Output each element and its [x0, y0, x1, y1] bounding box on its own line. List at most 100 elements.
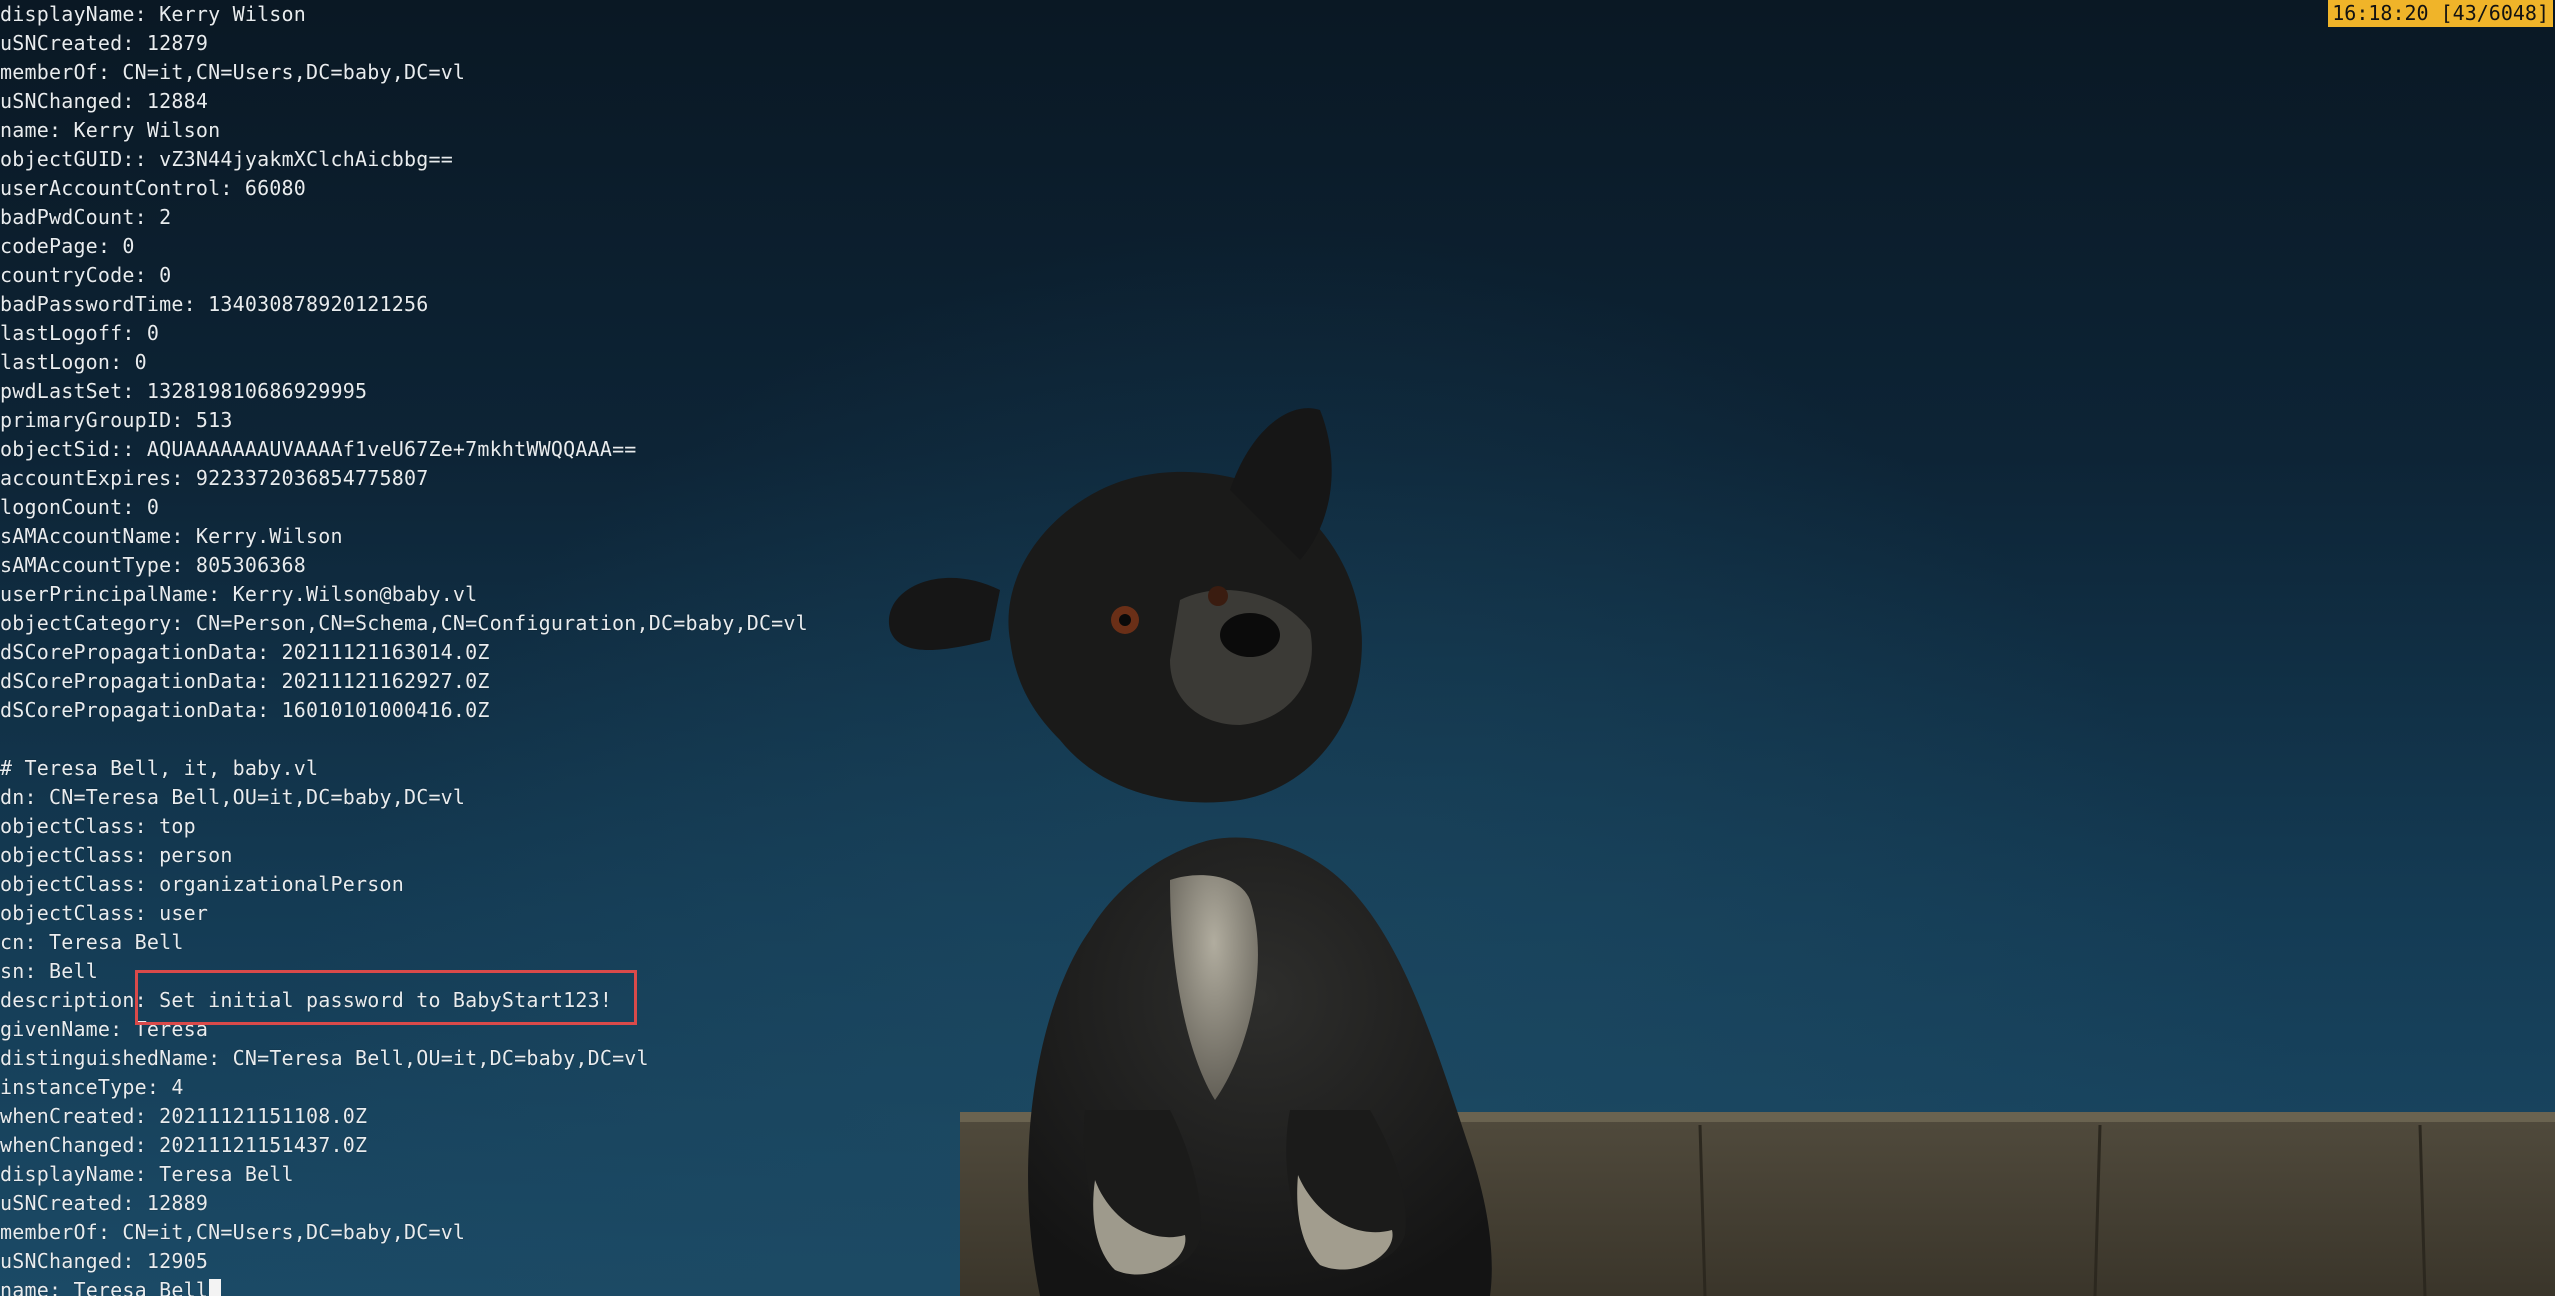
attribute-separator: : — [134, 1133, 160, 1157]
attribute-key: objectCategory — [0, 611, 172, 635]
terminal-line: cn: Teresa Bell — [0, 928, 808, 957]
terminal-line: sAMAccountName: Kerry.Wilson — [0, 522, 808, 551]
terminal-line: # Teresa Bell, it, baby.vl — [0, 754, 808, 783]
attribute-key: objectClass — [0, 814, 135, 838]
terminal-line: uSNChanged: 12884 — [0, 87, 808, 116]
attribute-separator: : — [122, 495, 147, 519]
attribute-value: Teresa Bell — [159, 1162, 294, 1186]
attribute-value: 2 — [159, 205, 172, 229]
attribute-key: objectClass — [0, 843, 135, 867]
terminal-line: dSCorePropagationData: 20211121162927.0Z — [0, 667, 808, 696]
attribute-key: name — [0, 1278, 49, 1296]
terminal-line: lastLogoff: 0 — [0, 319, 808, 348]
attribute-value: AQUAAAAAAAUVAAAAf1veU67Ze+7mkhtWWQQAAA== — [146, 437, 637, 461]
attribute-separator: : — [183, 292, 209, 316]
attribute-separator: : — [171, 466, 196, 490]
attribute-key: objectClass — [0, 901, 135, 925]
attribute-value: 12889 — [146, 1191, 209, 1215]
terminal-line: countryCode: 0 — [0, 261, 808, 290]
text-cursor — [209, 1279, 222, 1296]
attribute-value: 12884 — [146, 89, 209, 113]
attribute-key: uSNChanged — [0, 1249, 123, 1273]
attribute-separator: : — [208, 582, 233, 606]
status-clock: 16:18:20 [43/6048] — [2328, 0, 2553, 27]
attribute-value: user — [159, 901, 209, 925]
terminal-line: objectSid:: AQUAAAAAAAUVAAAAf1veU67Ze+7m… — [0, 435, 808, 464]
attribute-separator: : — [110, 350, 135, 374]
attribute-separator: : — [24, 930, 49, 954]
attribute-value: 132819810686929995 — [146, 379, 368, 403]
attribute-separator: : — [220, 176, 245, 200]
attribute-value: 0 — [122, 234, 135, 258]
attribute-key: dSCorePropagationData — [0, 698, 258, 722]
attribute-value: 20211121151108.0Z — [159, 1104, 368, 1128]
attribute-separator: : — [134, 901, 160, 925]
attribute-key: countryCode — [0, 263, 135, 287]
attribute-key: badPasswordTime — [0, 292, 184, 316]
attribute-key: logonCount — [0, 495, 123, 519]
terminal-window[interactable]: displayName: Kerry Wilson uSNCreated: 128… — [0, 0, 2555, 1296]
attribute-key: sAMAccountName — [0, 524, 172, 548]
attribute-key: dSCorePropagationData — [0, 669, 258, 693]
attribute-value: CN=Teresa Bell,OU=it,DC=baby,DC=vl — [48, 785, 466, 809]
terminal-line: dSCorePropagationData: 16010101000416.0Z — [0, 696, 808, 725]
attribute-key: description — [0, 988, 135, 1012]
attribute-value: organizationalPerson — [159, 872, 404, 896]
attribute-value: 134030878920121256 — [208, 292, 429, 316]
attribute-key: lastLogoff — [0, 321, 123, 345]
attribute-value: person — [159, 843, 233, 867]
attribute-separator: :: — [122, 147, 160, 171]
attribute-value: 20211121162927.0Z — [281, 669, 490, 693]
attribute-separator: : — [134, 872, 160, 896]
terminal-line: displayName: Teresa Bell — [0, 1160, 808, 1189]
terminal-line: memberOf: CN=it,CN=Users,DC=baby,DC=vl — [0, 1218, 808, 1247]
attribute-separator: : — [257, 698, 282, 722]
attribute-key: objectGUID — [0, 147, 123, 171]
attribute-separator: : — [97, 60, 123, 84]
attribute-key: pwdLastSet — [0, 379, 123, 403]
attribute-value: Bell — [48, 959, 98, 983]
attribute-key: instanceType — [0, 1075, 147, 1099]
attribute-separator: : — [97, 234, 123, 258]
terminal-line: uSNCreated: 12889 — [0, 1189, 808, 1218]
attribute-value: top — [159, 814, 196, 838]
attribute-value: CN=Teresa Bell,OU=it,DC=baby,DC=vl — [232, 1046, 649, 1070]
attribute-separator: : — [97, 1220, 123, 1244]
terminal-line: uSNChanged: 12905 — [0, 1247, 808, 1276]
terminal-line: objectCategory: CN=Person,CN=Schema,CN=C… — [0, 609, 808, 638]
attribute-separator: : — [24, 959, 49, 983]
terminal-line: givenName: Teresa — [0, 1015, 808, 1044]
terminal-line: objectClass: organizationalPerson — [0, 870, 808, 899]
terminal-line: description: Set initial password to Bab… — [0, 986, 808, 1015]
terminal-line: objectClass: user — [0, 899, 808, 928]
terminal-line: codePage: 0 — [0, 232, 808, 261]
attribute-value: 0 — [159, 263, 172, 287]
attribute-key: sAMAccountType — [0, 553, 172, 577]
attribute-separator: : — [134, 988, 160, 1012]
attribute-value: 0 — [146, 495, 160, 519]
attribute-value: 0 — [134, 350, 147, 374]
attribute-key: lastLogon — [0, 350, 111, 374]
attribute-value: Teresa Bell — [73, 1278, 209, 1296]
attribute-value: # Teresa Bell, it, baby.vl — [0, 756, 319, 780]
terminal-line: lastLogon: 0 — [0, 348, 808, 377]
terminal-line: name: Kerry Wilson — [0, 116, 808, 145]
terminal-line: sn: Bell — [0, 957, 808, 986]
attribute-separator: : — [257, 640, 282, 664]
attribute-separator: : — [134, 2, 160, 26]
terminal-line: pwdLastSet: 132819810686929995 — [0, 377, 808, 406]
attribute-value: CN=Person,CN=Schema,CN=Configuration,DC=… — [195, 611, 808, 635]
attribute-value: 66080 — [244, 176, 307, 200]
attribute-separator: : — [134, 1162, 160, 1186]
attribute-value: vZ3N44jyakmXClchAicbbg== — [159, 147, 453, 171]
attribute-separator: : — [122, 89, 147, 113]
attribute-key: userAccountControl — [0, 176, 221, 200]
attribute-key: sn — [0, 959, 25, 983]
attribute-separator: : — [171, 553, 196, 577]
attribute-separator: : — [122, 31, 147, 55]
terminal-line: objectClass: top — [0, 812, 808, 841]
attribute-separator: : — [122, 321, 147, 345]
attribute-value: Teresa — [134, 1017, 209, 1041]
attribute-separator: : — [134, 843, 160, 867]
attribute-key: name — [0, 118, 49, 142]
